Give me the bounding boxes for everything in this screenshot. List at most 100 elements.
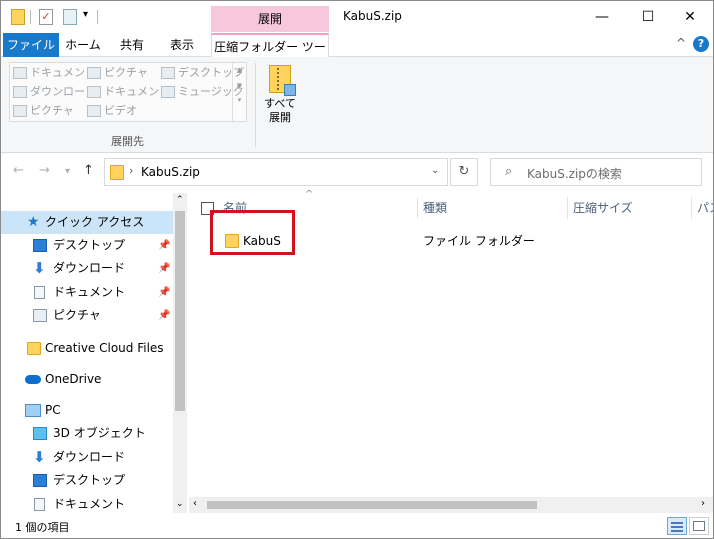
pin-icon[interactable]: 📌 xyxy=(158,281,170,304)
nav-downloads[interactable]: ⬇ ダウンロード 📌 xyxy=(1,257,173,280)
gallery-down-icon[interactable]: ▼ xyxy=(233,82,246,90)
gallery-more-icon[interactable]: ▾ xyxy=(233,96,246,104)
music-icon xyxy=(161,86,175,98)
breadcrumb-chevron-icon[interactable]: › xyxy=(129,164,133,177)
ribbon-tabs: ファイル ホーム 共有 表示 圧縮フォルダー ツール ^ ? xyxy=(1,33,713,78)
up-icon[interactable]: ↑ xyxy=(83,163,94,178)
column-divider[interactable] xyxy=(567,197,568,219)
close-button[interactable]: ✕ xyxy=(667,1,713,33)
new-folder-icon[interactable] xyxy=(63,9,77,25)
nav-pc[interactable]: PC xyxy=(1,399,173,422)
qat-separator xyxy=(30,10,31,24)
column-header-type[interactable]: 種類 xyxy=(423,197,447,219)
maximize-button[interactable]: ☐ xyxy=(625,1,671,33)
nav-3d-objects[interactable]: 3D オブジェクト xyxy=(1,422,173,445)
forward-icon[interactable]: → xyxy=(39,163,50,178)
pin-icon[interactable]: 📌 xyxy=(158,257,170,280)
gallery-item-pictures-2[interactable]: ピクチャ xyxy=(12,102,74,120)
highlight-box xyxy=(210,210,295,255)
horizontal-scroll-thumb[interactable] xyxy=(207,501,537,509)
tab-share[interactable]: 共有 xyxy=(113,33,151,57)
nav-scrollbar[interactable]: ⌃ ⌄ xyxy=(173,193,187,513)
nav-pc-downloads[interactable]: ⬇ ダウンロード xyxy=(1,446,173,469)
explorer-window: ✓ ▾ 展開 KabuS.zip — ☐ ✕ ファイル ホーム 共有 表示 圧縮… xyxy=(0,0,714,539)
column-header-path[interactable]: パス xyxy=(697,197,713,219)
gallery-up-icon[interactable]: ▲ xyxy=(233,66,246,74)
status-bar: 1 個の項目 xyxy=(1,513,713,539)
extract-all-label: すべて 展開 xyxy=(264,97,296,124)
column-header-compressed-size[interactable]: 圧縮サイズ xyxy=(573,197,633,219)
extract-to-gallery: ドキュメント ピクチャ デスクトップ ダウンロード ドキュメント ミュージック … xyxy=(9,62,247,122)
pictures-icon xyxy=(87,67,101,79)
documents-icon xyxy=(87,86,101,98)
extract-all-button[interactable]: すべて 展開 xyxy=(263,65,297,125)
nav-pictures[interactable]: ピクチャ 📌 xyxy=(1,304,173,327)
large-icons-view-icon xyxy=(693,521,705,531)
breadcrumb-item[interactable]: KabuS.zip xyxy=(141,165,200,179)
address-dropdown-icon[interactable]: ⌄ xyxy=(431,165,439,176)
search-icon: ⌕ xyxy=(505,164,513,179)
properties-icon[interactable]: ✓ xyxy=(39,9,53,25)
title-bar: ✓ ▾ 展開 KabuS.zip — ☐ ✕ xyxy=(1,1,713,33)
documents-icon xyxy=(13,67,27,79)
minimize-button[interactable]: — xyxy=(579,1,625,33)
nav-documents[interactable]: ドキュメント 📌 xyxy=(1,281,173,304)
qat-separator xyxy=(97,10,98,24)
scroll-right-icon[interactable]: › xyxy=(701,498,705,509)
gallery-item-pictures[interactable]: ピクチャ xyxy=(86,64,148,82)
pin-icon[interactable]: 📌 xyxy=(158,304,170,327)
nav-quick-access[interactable]: ★ クイック アクセス xyxy=(1,211,173,234)
nav-desktop[interactable]: デスクトップ 📌 xyxy=(1,234,173,257)
ribbon: ドキュメント ピクチャ デスクトップ ダウンロード ドキュメント ミュージック … xyxy=(1,57,713,153)
column-divider[interactable] xyxy=(417,197,418,219)
details-view-button[interactable] xyxy=(667,517,687,535)
column-divider[interactable] xyxy=(691,197,692,219)
gallery-item-downloads[interactable]: ダウンロード xyxy=(12,83,96,101)
refresh-button[interactable]: ↻ xyxy=(450,158,478,186)
creative-cloud-folder-icon xyxy=(27,342,41,355)
desktop-icon xyxy=(33,474,47,487)
qat-customize-icon[interactable]: ▾ xyxy=(83,9,88,20)
item-count: 1 個の項目 xyxy=(15,521,70,534)
back-icon[interactable]: ← xyxy=(13,163,24,178)
gallery-item-documents-2[interactable]: ドキュメント xyxy=(86,83,170,101)
desktop-icon xyxy=(161,67,175,79)
tab-compressed-folder-tools[interactable]: 圧縮フォルダー ツール xyxy=(211,33,329,78)
video-icon xyxy=(87,105,101,117)
tab-file[interactable]: ファイル xyxy=(3,33,59,57)
cloud-icon xyxy=(25,375,41,384)
ribbon-separator xyxy=(255,63,256,147)
large-icons-view-button[interactable] xyxy=(689,517,709,535)
gallery-item-videos[interactable]: ビデオ xyxy=(86,102,137,120)
scroll-down-icon[interactable]: ⌄ xyxy=(176,499,184,509)
help-icon[interactable]: ? xyxy=(693,36,709,52)
collapse-ribbon-icon[interactable]: ^ xyxy=(676,36,686,50)
sort-indicator-icon: ^ xyxy=(305,189,314,200)
scroll-left-icon[interactable]: ‹ xyxy=(193,498,197,509)
horizontal-scrollbar[interactable]: ‹ › xyxy=(189,497,713,513)
nav-creative-cloud[interactable]: Creative Cloud Files xyxy=(1,337,173,360)
gallery-item-documents[interactable]: ドキュメント xyxy=(12,64,96,82)
recent-locations-icon[interactable]: ▾ xyxy=(65,166,70,177)
scroll-up-icon[interactable]: ⌃ xyxy=(176,195,184,205)
tab-home[interactable]: ホーム xyxy=(63,33,103,57)
document-icon xyxy=(34,286,45,299)
search-box[interactable]: ⌕ KabuS.zipの検索 xyxy=(490,158,702,186)
computer-icon xyxy=(25,404,41,417)
download-icon: ⬇ xyxy=(33,259,46,277)
navigation-bar: ← → ▾ ↑ › KabuS.zip ⌄ ↻ ⌕ KabuS.zipの検索 xyxy=(1,153,713,191)
pictures-icon xyxy=(13,105,27,117)
nav-onedrive[interactable]: OneDrive xyxy=(1,368,173,391)
download-icon xyxy=(13,86,27,98)
nav-scroll-thumb[interactable] xyxy=(175,211,185,411)
pin-icon[interactable]: 📌 xyxy=(158,234,170,257)
tab-view[interactable]: 表示 xyxy=(163,33,201,57)
address-bar[interactable]: › KabuS.zip ⌄ xyxy=(104,158,448,186)
extract-all-icon xyxy=(269,65,296,96)
navigation-pane: ★ クイック アクセス デスクトップ 📌 ⬇ ダウンロード 📌 ドキュメント 📌… xyxy=(1,193,187,513)
context-tab-header: 展開 xyxy=(211,6,329,32)
gallery-scroll[interactable]: ▲ ▼ ▾ xyxy=(232,63,246,121)
nav-pc-desktop[interactable]: デスクトップ xyxy=(1,469,173,492)
star-icon: ★ xyxy=(27,214,40,230)
cube-icon xyxy=(33,427,47,440)
